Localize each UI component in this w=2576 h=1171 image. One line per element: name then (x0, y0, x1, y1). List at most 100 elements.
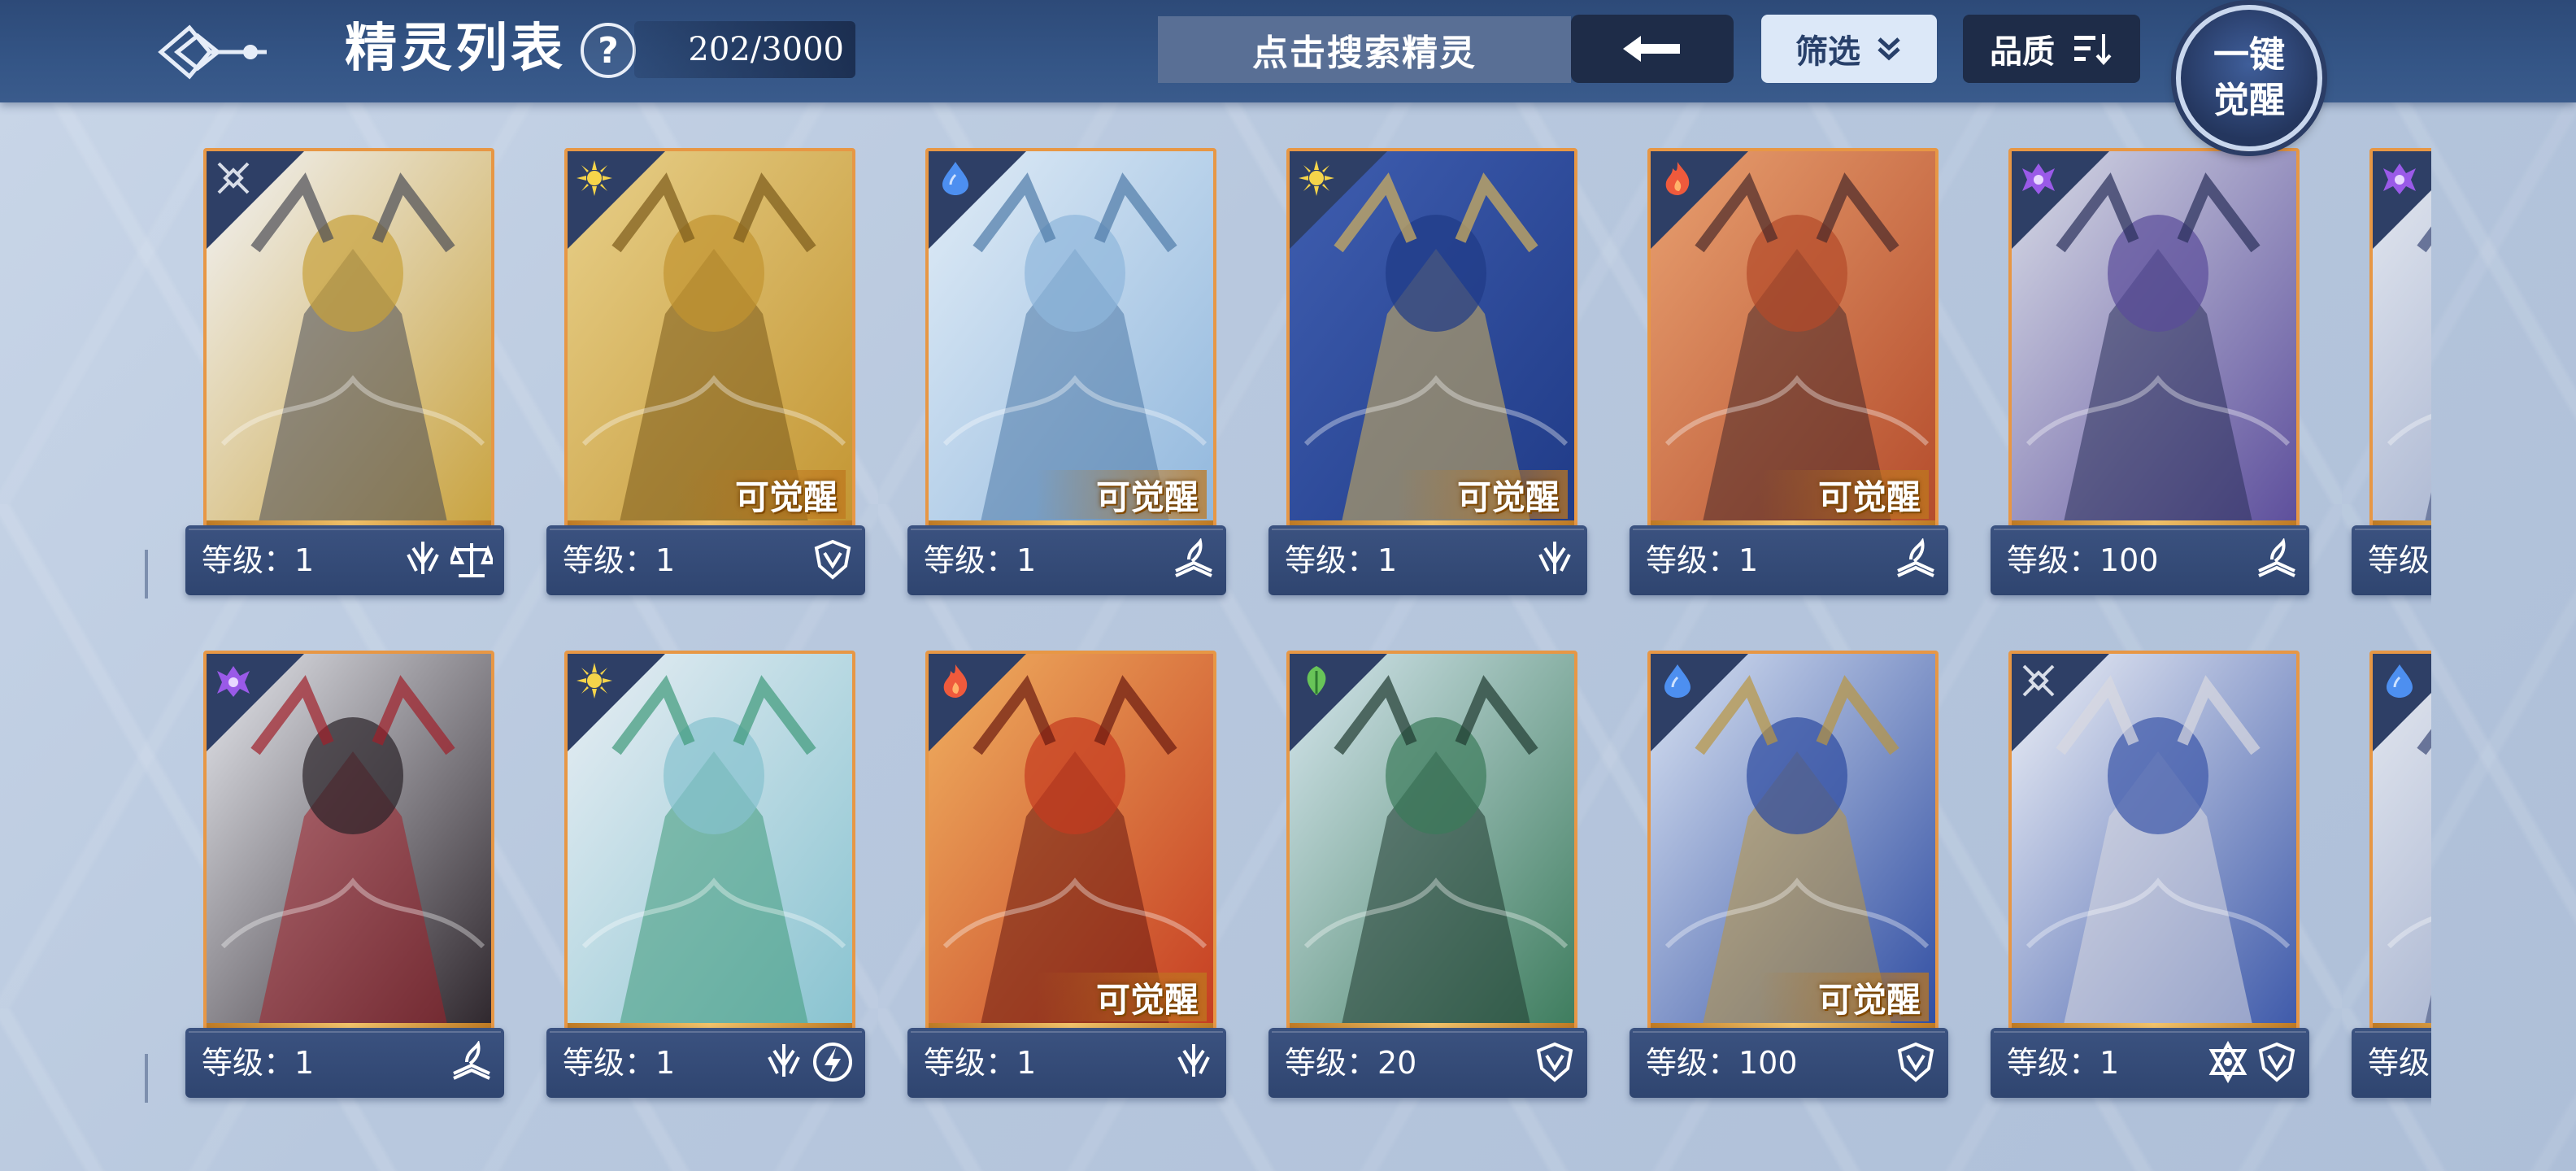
spirit-portrait (2008, 651, 2300, 1036)
one-click-awaken-button[interactable]: 一键 觉醒 (2176, 5, 2322, 151)
spirit-level: 等级：1 (563, 542, 676, 578)
card-footer: 等级：20 (1268, 1028, 1587, 1098)
light-icon (1295, 156, 1338, 200)
sword-icon (1173, 1041, 1215, 1083)
skill-icons (2207, 1040, 2298, 1084)
spirit-card[interactable]: 可觉醒等级：1 (907, 651, 1226, 1103)
skill-icons (763, 1041, 854, 1083)
shield-icon (812, 538, 854, 581)
book-icon (1895, 537, 1937, 581)
sort-icon (2074, 34, 2112, 65)
spirit-portrait (203, 651, 494, 1036)
back-emblem-icon[interactable] (153, 11, 275, 93)
spirit-portrait: 可觉醒 (925, 148, 1216, 533)
spirit-card[interactable]: 可觉醒 等级：1 (1268, 148, 1587, 600)
awaken-all-line1: 一键 (2213, 34, 2285, 76)
sword-icon (763, 1041, 805, 1083)
spirit-grid: 等级：1 可觉醒 等级：1 可觉醒 等级：1 可觉醒 等级：1 可觉醒 等级：1 等级：100 等级… (0, 0, 2431, 1171)
dark-icon (211, 659, 255, 703)
spirit-card-partial[interactable]: 等级：1 (2352, 651, 2431, 1103)
help-button[interactable]: ? (581, 23, 636, 78)
spirit-card[interactable]: 等级：1 (1991, 651, 2309, 1103)
spirit-card[interactable]: 可觉醒等级：1 (907, 148, 1226, 600)
awakenable-tag: 可觉醒 (1036, 470, 1207, 519)
card-footer: 等级：1 (185, 1028, 504, 1098)
spirit-portrait: 可觉醒 (564, 148, 855, 533)
search-back-button[interactable] (1571, 15, 1734, 83)
spirit-portrait (2008, 148, 2300, 533)
spirit-level: 等级：20 (1285, 1045, 1417, 1081)
spirit-card[interactable]: 可觉醒等级：1 (546, 148, 865, 600)
awakenable-tag: 可觉醒 (1758, 973, 1929, 1021)
shield-icon (1895, 1041, 1937, 1083)
chevron-double-down-icon (1878, 37, 1900, 61)
spirit-card[interactable]: 等级：1 (185, 148, 504, 600)
void-icon (211, 156, 255, 200)
spirit-card[interactable]: 等级：1 (546, 651, 865, 1103)
spirit-portrait: 可觉醒 (1647, 148, 1939, 533)
awakenable-tag: 可觉醒 (675, 470, 846, 519)
star-icon (2207, 1040, 2249, 1084)
skill-icons (812, 538, 854, 581)
spirit-level: 等级：100 (1646, 1045, 1798, 1081)
spirit-level: 等级：1 (563, 1045, 676, 1081)
spirit-portrait (1286, 651, 1577, 1036)
book-icon (1173, 537, 1215, 581)
water-icon (1656, 659, 1699, 703)
filter-button[interactable]: 筛选 (1761, 15, 1937, 83)
skill-icons (1534, 1041, 1576, 1083)
card-footer: 等级：100 (1991, 525, 2309, 595)
fire-icon (933, 659, 977, 703)
filter-label: 筛选 (1795, 33, 1860, 71)
fire-icon (1656, 156, 1699, 200)
card-footer: 等级：1 (1630, 525, 1948, 595)
skill-icons (1895, 537, 1937, 581)
card-footer: 等级：1 (2352, 525, 2431, 595)
awaken-all-line2: 觉醒 (2213, 80, 2285, 121)
spirit-card[interactable]: 等级：20 (1268, 651, 1587, 1103)
spirit-portrait: 可觉醒 (925, 651, 1216, 1036)
spirit-card[interactable]: 可觉醒等级：1 (1630, 148, 1948, 600)
spirit-portrait (203, 148, 494, 533)
card-footer: 等级：1 (907, 525, 1226, 595)
quality-sort-button[interactable]: 品质 (1963, 15, 2140, 83)
light-icon (572, 156, 616, 200)
spirit-level: 等级：1 (924, 542, 1037, 578)
arrow-left-icon (1623, 36, 1680, 62)
row-marker (145, 550, 148, 599)
spirit-card-partial[interactable]: 等级：1 (2352, 148, 2431, 600)
spirit-card[interactable]: 等级：100 (1991, 148, 2309, 600)
spirit-portrait: 可觉醒 (1286, 148, 1577, 533)
quality-label: 品质 (1990, 33, 2055, 71)
shield-icon (1534, 1041, 1576, 1083)
spirit-portrait: 可觉醒 (1647, 651, 1939, 1036)
light-icon (572, 659, 616, 703)
scale-icon (448, 538, 495, 581)
dark-icon (2017, 156, 2060, 200)
card-footer: 等级：100 (1630, 1028, 1948, 1098)
spirit-level: 等级：1 (1646, 542, 1759, 578)
page-title: 精灵列表 (345, 19, 566, 79)
card-footer: 等级：1 (546, 1028, 865, 1098)
skill-icons (1173, 1041, 1215, 1083)
skill-icons (450, 1039, 493, 1083)
spirit-level: 等级：1 (2368, 542, 2431, 578)
card-footer: 等级：1 (1991, 1028, 2309, 1098)
leaf-icon (1295, 659, 1338, 703)
card-footer: 等级：1 (2352, 1028, 2431, 1098)
top-bar: 精灵列表 ? 202/3000 点击搜索精灵 筛选 品质 一键 觉醒 (0, 0, 2576, 151)
spirit-level: 等级：1 (202, 1045, 315, 1081)
void-icon (2017, 659, 2060, 703)
water-icon (2378, 659, 2422, 703)
card-footer: 等级：1 (546, 525, 865, 595)
search-input[interactable]: 点击搜索精灵 (1158, 16, 1571, 83)
water-icon (933, 156, 977, 200)
spirit-card[interactable]: 可觉醒等级：100 (1630, 651, 1948, 1103)
spirit-card[interactable]: 等级：1 (185, 651, 504, 1103)
spirit-portrait (2369, 651, 2431, 1036)
skill-icons (2256, 537, 2298, 581)
spirit-portrait (2369, 148, 2431, 533)
row-marker (145, 1054, 148, 1103)
spirit-level: 等级：1 (924, 1045, 1037, 1081)
bolt-icon (812, 1041, 854, 1083)
